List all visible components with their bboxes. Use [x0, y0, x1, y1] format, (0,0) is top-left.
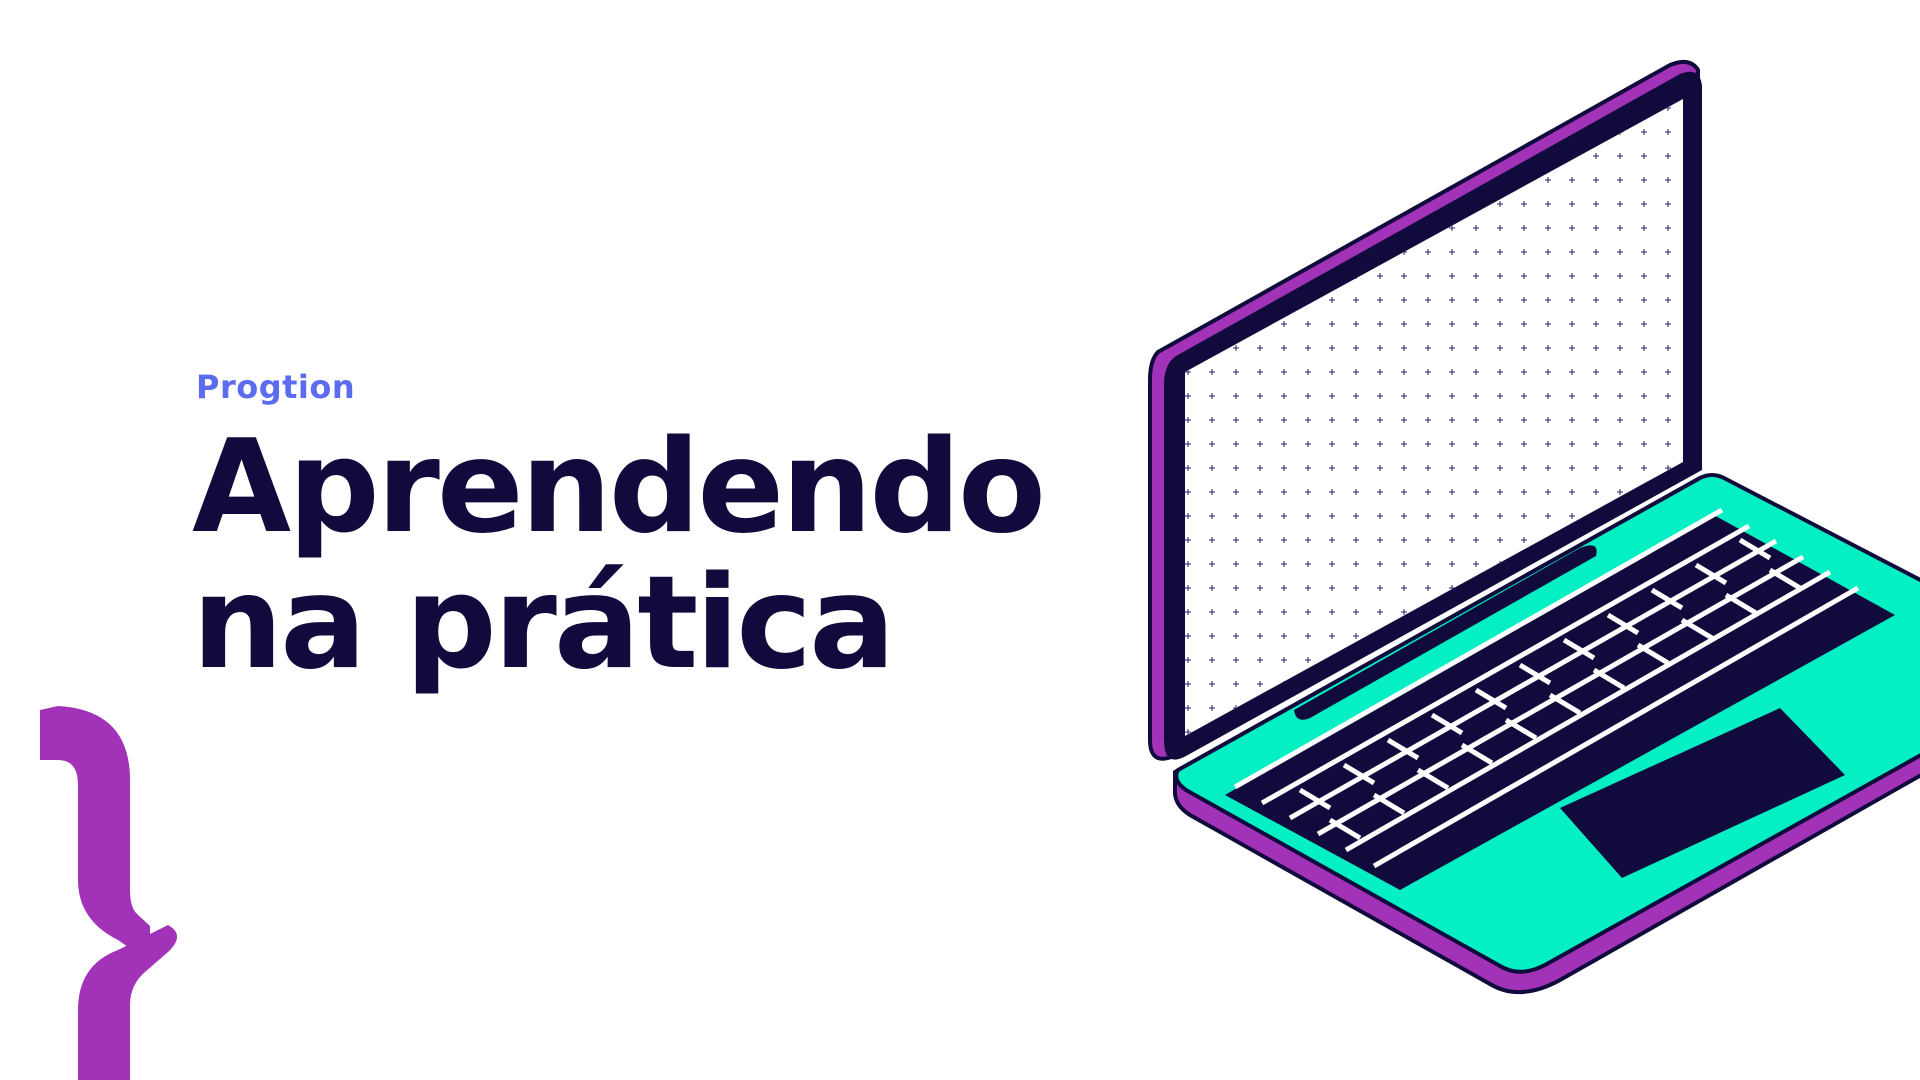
slide: Progtion Aprendendo na prática	[0, 0, 1920, 1080]
laptop-illustration	[1148, 59, 1920, 995]
